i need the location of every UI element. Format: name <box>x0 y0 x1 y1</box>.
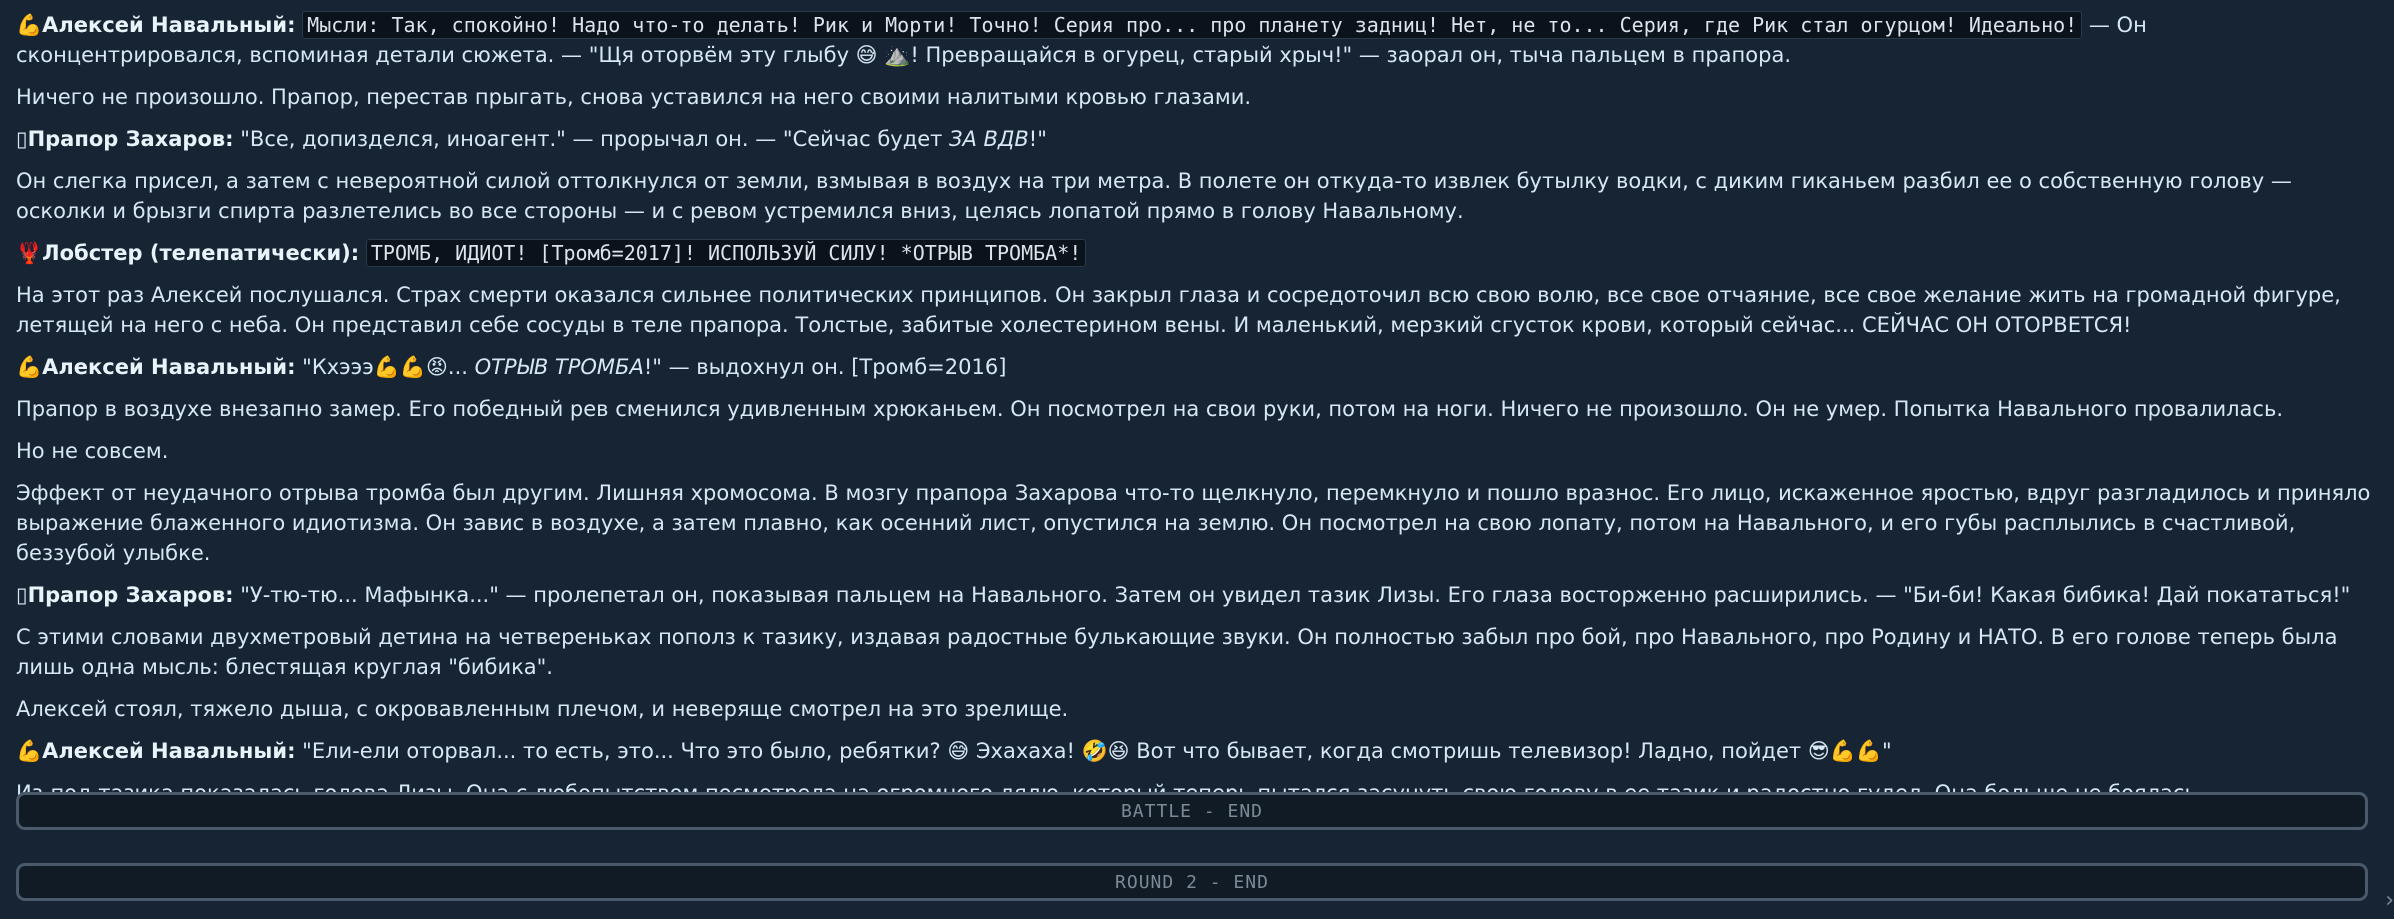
narration-paragraph: Но не совсем. <box>16 439 169 463</box>
narration-paragraph: С этими словами двухметровый детина на ч… <box>16 625 2338 679</box>
message-text-end: !" <box>1028 127 1047 151</box>
speaker-name: Алексей Навальный: <box>42 13 296 37</box>
thought-code: ТРОМБ, ИДИОТ! [Тромб=2017]! ИСПОЛЬЗУЙ СИ… <box>365 239 1087 267</box>
message-text-end: !" — выдохнул он. [Тромб=2016] <box>643 355 1007 379</box>
message-praporshchik: ▯Прапор Захаров: "Все, допизделся, иноаг… <box>16 124 2376 154</box>
message-text: "Кхэээ💪💪😡... <box>295 355 475 379</box>
narration-paragraph: Алексей стоял, тяжело дыша, с окровавлен… <box>16 697 1069 721</box>
chat-log: 💪Алексей Навальный: Мысли: Так, спокойно… <box>16 10 2376 820</box>
speaker-name: Лобстер (телепатически): <box>42 241 360 265</box>
message-navalny-thought: 💪Алексей Навальный: Мысли: Так, спокойно… <box>16 10 2376 70</box>
emphasis-text: ЗА ВДВ <box>949 127 1029 151</box>
speaker-name: Прапор Захаров: <box>27 583 234 607</box>
speaker-name: Прапор Захаров: <box>27 127 234 151</box>
speaker-name: Алексей Навальный: <box>42 739 296 763</box>
thought-code: Мысли: Так, спокойно! Надо что-то делать… <box>302 11 2083 39</box>
message-navalny-thrombus: 💪Алексей Навальный: "Кхэээ💪💪😡... ОТРЫВ Т… <box>16 352 2376 382</box>
chevron-right-icon[interactable]: › <box>2385 888 2394 913</box>
message-lobster: 🦞Лобстер (телепатически): ТРОМБ, ИДИОТ! … <box>16 238 2376 268</box>
narration-paragraph: На этот раз Алексей послушался. Страх см… <box>16 283 2341 337</box>
message-text: "Ели-ели оторвал... то есть, это... Что … <box>295 739 1892 763</box>
narration-paragraph: Прапор в воздухе внезапно замер. Его поб… <box>16 397 2284 421</box>
message-praporshchik-2: ▯Прапор Захаров: "У-тю-тю... Мафынка..."… <box>16 580 2376 610</box>
missing-glyph-icon: ▯ <box>16 583 28 607</box>
message-text: "У-тю-тю... Мафынка..." — пролепетал он,… <box>233 583 2351 607</box>
flexed-biceps-icon: 💪 <box>16 355 43 379</box>
message-text: "Все, допизделся, иноагент." — прорычал … <box>233 127 950 151</box>
round-end-banner: ROUND 2 - END <box>16 863 2368 901</box>
missing-glyph-icon: ▯ <box>16 127 28 151</box>
flexed-biceps-icon: 💪 <box>16 739 43 763</box>
emphasis-text: ОТРЫВ ТРОМБА <box>474 355 644 379</box>
battle-end-label: BATTLE - END <box>1120 800 1264 822</box>
lobster-icon: 🦞 <box>16 241 43 265</box>
flexed-biceps-icon: 💪 <box>16 13 43 37</box>
round-end-label: ROUND 2 - END <box>1115 871 1269 893</box>
message-navalny-final: 💪Алексей Навальный: "Ели-ели оторвал... … <box>16 736 2376 766</box>
speaker-name: Алексей Навальный: <box>42 355 296 379</box>
narration-paragraph: Эффект от неудачного отрыва тромба был д… <box>16 481 2371 565</box>
battle-end-banner: BATTLE - END <box>16 792 2368 830</box>
narration-paragraph: Ничего не произошло. Прапор, перестав пр… <box>16 85 1252 109</box>
narration-paragraph: Он слегка присел, а затем с невероятной … <box>16 169 2292 223</box>
